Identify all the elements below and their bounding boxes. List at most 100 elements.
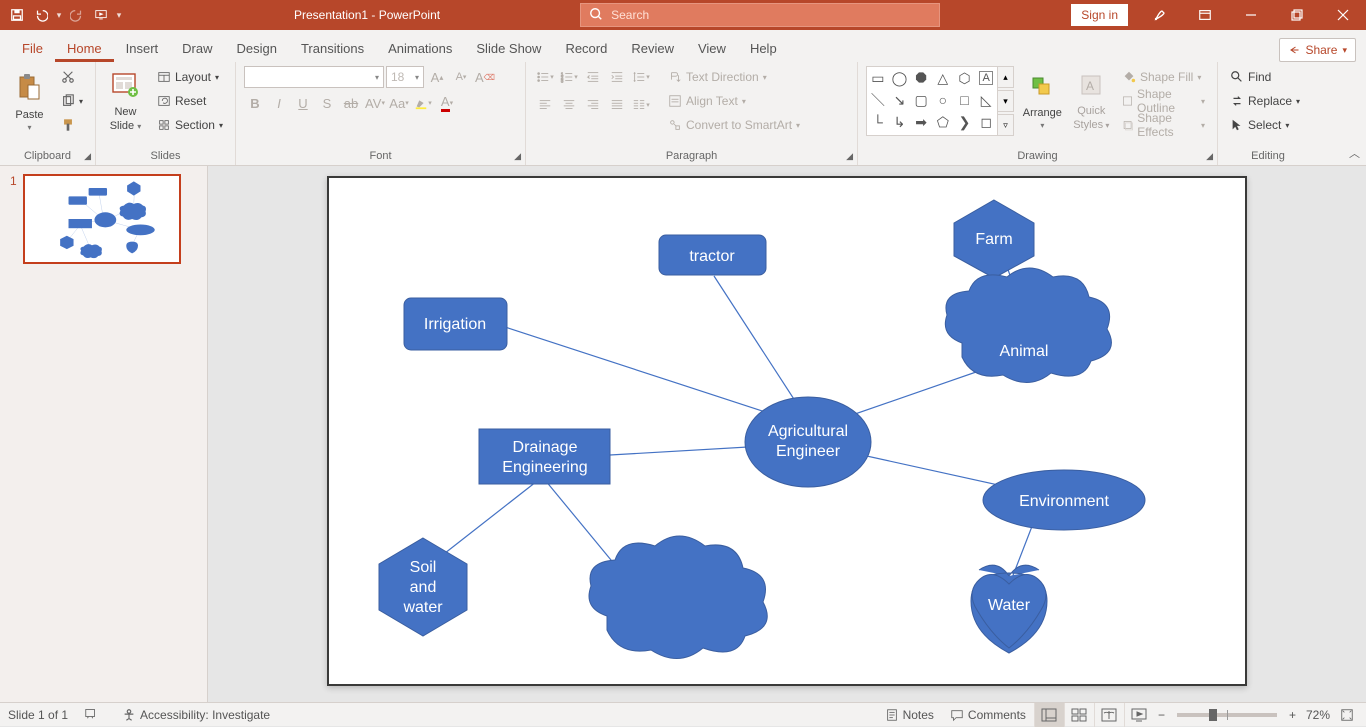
align-right-icon[interactable]: [582, 94, 604, 116]
shape-arrowline-icon[interactable]: ↘: [889, 89, 911, 111]
italic-button[interactable]: I: [268, 92, 290, 114]
slide-1[interactable]: Irrigation tractor Farm Animal Agricultu…: [327, 176, 1247, 686]
zoom-slider-knob[interactable]: [1209, 709, 1217, 721]
replace-button[interactable]: Replace ▾: [1226, 90, 1304, 112]
connector[interactable]: [610, 446, 765, 455]
fit-to-window-icon[interactable]: [1336, 703, 1358, 727]
text-direction-button[interactable]: Text Direction▾: [664, 66, 804, 88]
redo-button[interactable]: [66, 4, 88, 26]
shape-square-icon[interactable]: □: [954, 89, 976, 111]
start-from-beginning-icon[interactable]: [90, 4, 112, 26]
shape-hexagon-icon[interactable]: ⬡: [954, 67, 976, 89]
shape-agricultural-engineer[interactable]: [745, 397, 871, 487]
collapse-ribbon-icon[interactable]: ︿: [1349, 145, 1360, 161]
char-spacing-button[interactable]: AV▾: [364, 92, 386, 114]
shape-triangle-icon[interactable]: △: [932, 67, 954, 89]
zoom-percent[interactable]: 72%: [1300, 708, 1336, 722]
tab-review[interactable]: Review: [619, 35, 686, 62]
highlight-button[interactable]: ▾: [412, 92, 434, 114]
format-painter-button[interactable]: [57, 114, 87, 136]
close-button[interactable]: [1320, 0, 1366, 30]
numbering-button[interactable]: 123▾: [558, 66, 580, 88]
decrease-font-icon[interactable]: A▾: [450, 66, 472, 88]
strikethrough-button[interactable]: ab: [340, 92, 362, 114]
gallery-up-icon[interactable]: ▴: [998, 66, 1014, 88]
shapes-gallery[interactable]: ▭ ◯ ⯃ △ ⬡ A ＼ ↘ ▢ ○ □ ◺ └ ↳ ➡ ⬠ ❯: [866, 66, 998, 136]
shape-animal[interactable]: [945, 268, 1111, 383]
shape-roundrect-icon[interactable]: ▢: [910, 89, 932, 111]
decrease-indent-icon[interactable]: [582, 66, 604, 88]
font-color-button[interactable]: A▾: [436, 92, 458, 114]
new-slide-button[interactable]: New Slide ▾: [104, 66, 147, 138]
undo-button[interactable]: [30, 4, 52, 26]
shape-chevron-icon[interactable]: ❯: [954, 111, 976, 133]
minimize-button[interactable]: [1228, 0, 1274, 30]
justify-icon[interactable]: [606, 94, 628, 116]
shape-rightarrow-icon[interactable]: ➡: [910, 111, 932, 133]
tab-slideshow[interactable]: Slide Show: [464, 35, 553, 62]
shadow-button[interactable]: S: [316, 92, 338, 114]
tab-draw[interactable]: Draw: [170, 35, 224, 62]
coming-soon-icon[interactable]: [1136, 0, 1182, 30]
shape-rtriangle-icon[interactable]: ◺: [975, 89, 997, 111]
shape-effects-button[interactable]: Shape Effects▾: [1118, 114, 1209, 136]
paste-button[interactable]: Paste ▾: [8, 66, 51, 138]
clipboard-dialog-icon[interactable]: ◢: [84, 151, 91, 162]
sign-in-button[interactable]: Sign in: [1071, 4, 1128, 26]
gallery-more-icon[interactable]: ▿: [998, 114, 1014, 136]
reset-button[interactable]: Reset: [153, 90, 227, 112]
search-box[interactable]: [580, 3, 940, 27]
tab-transitions[interactable]: Transitions: [289, 35, 376, 62]
slide-canvas-area[interactable]: Irrigation tractor Farm Animal Agricultu…: [208, 166, 1366, 702]
share-button[interactable]: Share ▾: [1279, 38, 1356, 62]
connector[interactable]: [505, 327, 799, 423]
tab-record[interactable]: Record: [553, 35, 619, 62]
undo-dropdown-icon[interactable]: ▾: [54, 10, 64, 21]
shape-circle-icon[interactable]: ○: [932, 89, 954, 111]
change-case-button[interactable]: Aa▾: [388, 92, 410, 114]
qat-customize-icon[interactable]: ▾: [114, 10, 124, 21]
convert-smartart-button[interactable]: Convert to SmartArt▾: [664, 114, 804, 136]
bold-button[interactable]: B: [244, 92, 266, 114]
shape-pentarrow-icon[interactable]: ⬠: [932, 111, 954, 133]
paragraph-dialog-icon[interactable]: ◢: [846, 151, 853, 162]
shape-line-icon[interactable]: ＼: [867, 89, 889, 111]
shape-textbox-icon[interactable]: A: [979, 71, 993, 85]
drawing-dialog-icon[interactable]: ◢: [1206, 151, 1213, 162]
tab-design[interactable]: Design: [225, 35, 289, 62]
slide-thumbnail-1[interactable]: [23, 174, 181, 264]
shape-outline-button[interactable]: Shape Outline▾: [1118, 90, 1209, 112]
shape-fill-button[interactable]: Shape Fill▾: [1118, 66, 1209, 88]
zoom-slider[interactable]: [1177, 713, 1277, 717]
maximize-button[interactable]: [1274, 0, 1320, 30]
section-button[interactable]: Section▾: [153, 114, 227, 136]
quick-styles-button[interactable]: A Quick Styles ▾: [1071, 66, 1112, 138]
shape-elbowarrow-icon[interactable]: ↳: [889, 111, 911, 133]
shape-oval-icon[interactable]: ◯: [889, 67, 911, 89]
layout-button[interactable]: Layout▾: [153, 66, 227, 88]
font-family-input[interactable]: ▾: [244, 66, 384, 88]
columns-icon[interactable]: ▾: [630, 94, 652, 116]
align-center-icon[interactable]: [558, 94, 580, 116]
shape-empty-cloud[interactable]: [589, 536, 767, 659]
reading-view-icon[interactable]: [1094, 703, 1124, 727]
tab-home[interactable]: Home: [55, 35, 114, 62]
align-text-button[interactable]: Align Text▾: [664, 90, 804, 112]
slide-sorter-icon[interactable]: [1064, 703, 1094, 727]
tab-insert[interactable]: Insert: [114, 35, 171, 62]
arrange-button[interactable]: Arrange ▾: [1020, 66, 1065, 138]
status-slide-indicator[interactable]: Slide 1 of 1: [8, 708, 68, 722]
comments-button[interactable]: Comments: [942, 703, 1034, 727]
tab-view[interactable]: View: [686, 35, 738, 62]
connector[interactable]: [440, 478, 541, 557]
line-spacing-icon[interactable]: ▾: [630, 66, 652, 88]
tab-file[interactable]: File: [10, 35, 55, 62]
connector[interactable]: [714, 276, 801, 410]
zoom-out-button[interactable]: −: [1154, 703, 1169, 727]
accessibility-status[interactable]: Accessibility: Investigate: [114, 703, 278, 727]
shape-octagon-icon[interactable]: ⯃: [910, 67, 932, 89]
save-icon[interactable]: [6, 4, 28, 26]
slideshow-view-icon[interactable]: [1124, 703, 1154, 727]
shape-elbow-icon[interactable]: └: [867, 111, 889, 133]
font-size-input[interactable]: 18▾: [386, 66, 424, 88]
